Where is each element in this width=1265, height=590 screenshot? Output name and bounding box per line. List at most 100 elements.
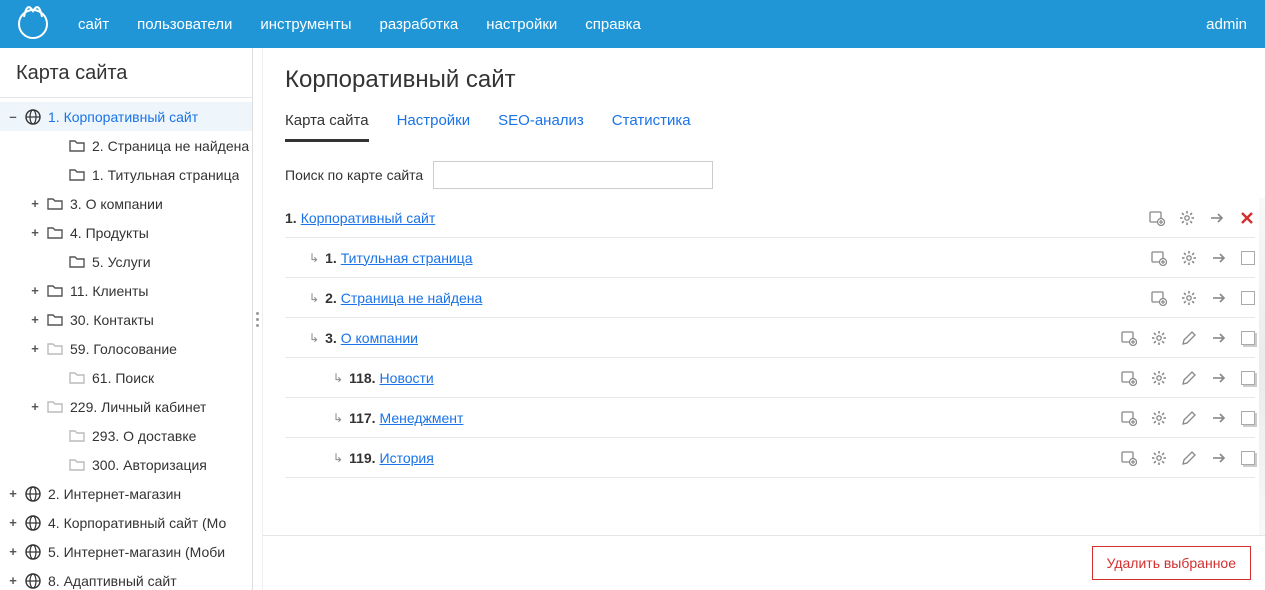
row-actions — [1151, 250, 1255, 266]
delete-icon[interactable] — [1239, 210, 1255, 226]
menu-item-users[interactable]: пользователи — [137, 16, 232, 33]
goto-icon[interactable] — [1211, 370, 1227, 386]
goto-icon[interactable] — [1209, 210, 1225, 226]
edit-icon[interactable] — [1181, 450, 1197, 466]
row-name-link[interactable]: Корпоративный сайт — [301, 210, 436, 226]
add-page-icon[interactable] — [1121, 450, 1137, 466]
tree-row[interactable]: +8. Адаптивный сайт — [0, 566, 252, 590]
tree-label: 8. Адаптивный сайт — [48, 573, 177, 589]
tree-toggle[interactable]: + — [28, 196, 42, 211]
tab-sitemap[interactable]: Карта сайта — [285, 108, 369, 142]
add-page-icon[interactable] — [1121, 410, 1137, 426]
add-page-icon[interactable] — [1151, 290, 1167, 306]
tree-row[interactable]: +229. Личный кабинет — [0, 392, 252, 421]
tree-row[interactable]: +4. Корпоративный сайт (Мо — [0, 508, 252, 537]
edit-icon[interactable] — [1181, 330, 1197, 346]
tree-toggle[interactable]: – — [6, 109, 20, 124]
edit-icon[interactable] — [1181, 370, 1197, 386]
menu-item-tools[interactable]: инструменты — [260, 16, 351, 33]
tree-toggle[interactable]: + — [6, 486, 20, 501]
gear-icon[interactable] — [1181, 250, 1197, 266]
row-name-link[interactable]: Новости — [380, 370, 434, 386]
tree-row[interactable]: 2. Страница не найдена — [0, 131, 252, 160]
delete-selected-button[interactable]: Удалить выбранное — [1092, 546, 1251, 580]
search-input[interactable] — [433, 161, 713, 189]
tree-row[interactable]: +30. Контакты — [0, 305, 252, 334]
folder-icon — [68, 166, 86, 184]
row-checkbox[interactable] — [1241, 411, 1255, 425]
add-page-icon[interactable] — [1121, 330, 1137, 346]
row-checkbox[interactable] — [1241, 331, 1255, 345]
tree-row[interactable]: +4. Продукты — [0, 218, 252, 247]
row-checkbox[interactable] — [1241, 251, 1255, 265]
gear-icon[interactable] — [1151, 330, 1167, 346]
scrollbar[interactable] — [1259, 198, 1265, 535]
gear-icon[interactable] — [1179, 210, 1195, 226]
app-logo[interactable] — [18, 9, 48, 39]
row-name-link[interactable]: Титульная страница — [341, 250, 473, 266]
tab-seo[interactable]: SEO-анализ — [498, 108, 584, 142]
tree-toggle[interactable]: + — [6, 544, 20, 559]
row-checkbox[interactable] — [1241, 291, 1255, 305]
goto-icon[interactable] — [1211, 250, 1227, 266]
tree-row[interactable]: +59. Голосование — [0, 334, 252, 363]
menu-item-dev[interactable]: разработка — [379, 16, 458, 33]
current-user[interactable]: admin — [1206, 16, 1247, 33]
tree-row[interactable]: +3. О компании — [0, 189, 252, 218]
tree-label: 4. Продукты — [70, 225, 149, 241]
list-row: ↳2. Страница не найдена — [285, 278, 1255, 318]
gear-icon[interactable] — [1151, 450, 1167, 466]
sidebar-resize-handle[interactable] — [253, 48, 263, 590]
gear-icon[interactable] — [1181, 290, 1197, 306]
tree-toggle[interactable]: + — [28, 283, 42, 298]
menu-item-site[interactable]: сайт — [78, 16, 109, 33]
tree-row[interactable]: 5. Услуги — [0, 247, 252, 276]
tree-row[interactable]: +11. Клиенты — [0, 276, 252, 305]
menu-item-help[interactable]: справка — [585, 16, 641, 33]
tab-settings[interactable]: Настройки — [397, 108, 471, 142]
tabs: Карта сайта Настройки SEO-анализ Статист… — [285, 108, 1243, 143]
goto-icon[interactable] — [1211, 330, 1227, 346]
globe-icon — [24, 514, 42, 532]
gear-icon[interactable] — [1151, 370, 1167, 386]
tree-row[interactable]: –1. Корпоративный сайт — [0, 102, 252, 131]
tree-row[interactable]: 61. Поиск — [0, 363, 252, 392]
tree-toggle[interactable]: + — [6, 515, 20, 530]
add-page-icon[interactable] — [1121, 370, 1137, 386]
tree-toggle[interactable]: + — [28, 225, 42, 240]
edit-icon[interactable] — [1181, 410, 1197, 426]
globe-icon — [24, 485, 42, 503]
indent-arrow-icon: ↳ — [309, 251, 319, 265]
goto-icon[interactable] — [1211, 450, 1227, 466]
gear-icon[interactable] — [1151, 410, 1167, 426]
tree-toggle[interactable]: + — [28, 399, 42, 414]
tree-row[interactable]: 293. О доставке — [0, 421, 252, 450]
tree-row[interactable]: 300. Авторизация — [0, 450, 252, 479]
goto-icon[interactable] — [1211, 290, 1227, 306]
tree-row[interactable]: 1. Титульная страница — [0, 160, 252, 189]
tab-stats[interactable]: Статистика — [612, 108, 691, 142]
indent-arrow-icon: ↳ — [309, 331, 319, 345]
add-page-icon[interactable] — [1149, 210, 1165, 226]
goto-icon[interactable] — [1211, 410, 1227, 426]
row-name-link[interactable]: История — [380, 450, 434, 466]
tree-toggle[interactable]: + — [28, 341, 42, 356]
tree-toggle[interactable]: + — [6, 573, 20, 588]
row-name-link[interactable]: Страница не найдена — [341, 290, 483, 306]
tree-row[interactable]: +5. Интернет-магазин (Моби — [0, 537, 252, 566]
row-name-link[interactable]: Менеджмент — [380, 410, 464, 426]
row-index: 1. — [325, 250, 337, 266]
search-row: Поиск по карте сайта — [263, 143, 1265, 197]
tree-toggle[interactable]: + — [28, 312, 42, 327]
folder-icon — [68, 137, 86, 155]
row-checkbox[interactable] — [1241, 371, 1255, 385]
row-checkbox[interactable] — [1241, 451, 1255, 465]
folder-icon — [68, 369, 86, 387]
row-name-link[interactable]: О компании — [341, 330, 418, 346]
tree-row[interactable]: +2. Интернет-магазин — [0, 479, 252, 508]
add-page-icon[interactable] — [1151, 250, 1167, 266]
topbar: сайт пользователи инструменты разработка… — [0, 0, 1265, 48]
folder-icon — [68, 427, 86, 445]
menu-item-settings[interactable]: настройки — [486, 16, 557, 33]
folder-icon — [68, 253, 86, 271]
